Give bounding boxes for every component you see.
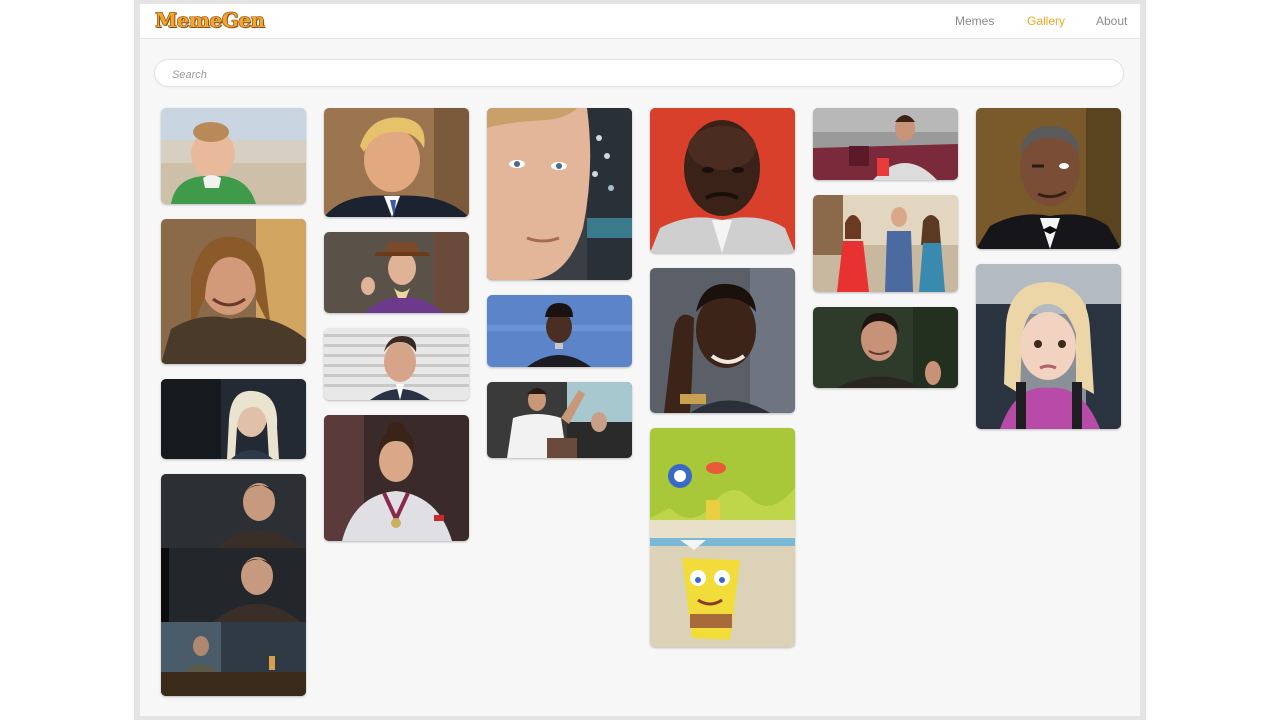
success-kid-meme[interactable] — [161, 108, 306, 204]
one-does-not-simply-meme[interactable] — [161, 219, 306, 364]
willy-wonka-meme[interactable] — [324, 232, 469, 313]
search-input[interactable] — [170, 65, 1074, 85]
21-savage-meme[interactable] — [487, 295, 632, 367]
nav-memes[interactable]: Memes — [955, 14, 994, 28]
header-bar: MemeGen Memes Gallery About — [140, 4, 1140, 39]
daenerys-smile-meme[interactable] — [161, 379, 306, 459]
app-window: MemeGen Memes Gallery About — [140, 4, 1140, 716]
nav-gallery[interactable]: Gallery — [1027, 14, 1065, 28]
sam-tarly-meme[interactable] — [161, 474, 306, 696]
office-michael-meme[interactable] — [324, 328, 469, 400]
joey-friends-meme[interactable] — [813, 307, 958, 388]
search-bar — [154, 59, 1124, 87]
trump-meme[interactable] — [324, 108, 469, 217]
spongebob-meme[interactable] — [650, 428, 795, 647]
obama-wink-meme[interactable] — [976, 108, 1121, 249]
salt-bae-meme[interactable] — [487, 382, 632, 458]
nav-about[interactable]: About — [1096, 14, 1127, 28]
closeup-face-meme[interactable] — [487, 108, 632, 280]
not-impressed-gymnast-meme[interactable] — [324, 415, 469, 541]
app-logo[interactable]: MemeGen — [155, 8, 265, 32]
crying-jordan-meme[interactable] — [650, 108, 795, 253]
car-drinking-meme[interactable] — [813, 108, 958, 180]
distracted-boyfriend-meme[interactable] — [813, 195, 958, 292]
side-eye-chloe-meme[interactable] — [976, 264, 1121, 429]
roll-safe-meme[interactable] — [650, 268, 795, 413]
